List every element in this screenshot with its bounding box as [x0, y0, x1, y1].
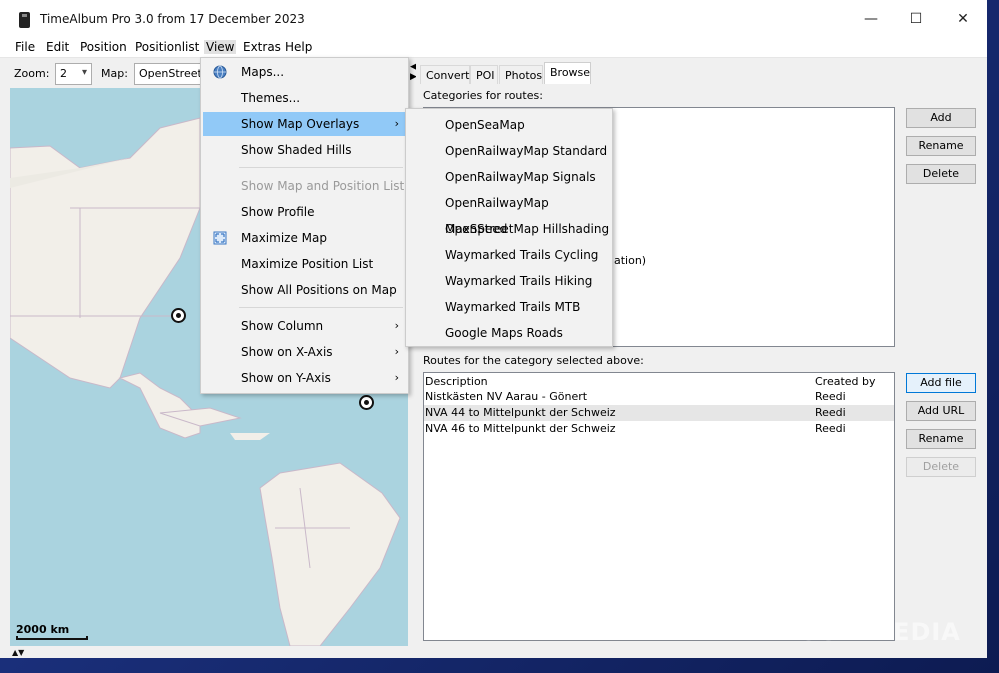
menu-bar: File Edit Position Positionlist View Ext…	[0, 38, 987, 58]
overlay-waymarked-cycling[interactable]: Waymarked Trails Cycling	[408, 242, 612, 268]
close-button[interactable]: ✕	[940, 0, 986, 38]
tab-photos[interactable]: Photos	[499, 65, 543, 84]
menu-item-themes[interactable]: Themes...	[203, 86, 407, 110]
globe-icon	[213, 65, 227, 79]
menu-position[interactable]: Position	[78, 40, 129, 54]
chevron-right-icon: ›	[394, 371, 399, 384]
menu-edit[interactable]: Edit	[44, 40, 71, 54]
table-row[interactable]: NVA 46 to Mittelpunkt der Schweiz Reedi	[424, 421, 894, 437]
menu-item-show-column[interactable]: Show Column ›	[203, 314, 407, 338]
add-url-button[interactable]: Add URL	[906, 401, 976, 421]
add-category-button[interactable]: Add	[906, 108, 976, 128]
menu-item-label: Maximize Position List	[241, 257, 374, 271]
position-marker[interactable]	[171, 308, 186, 323]
menu-help[interactable]: Help	[283, 40, 314, 54]
menu-file[interactable]: File	[13, 40, 37, 54]
menu-item-show-profile[interactable]: Show Profile	[203, 200, 407, 224]
menu-item-maximize-position-list[interactable]: Maximize Position List	[203, 252, 407, 276]
menu-item-label: Show Column	[241, 319, 324, 333]
zoom-label: Zoom:	[14, 67, 50, 80]
chevron-right-icon: ›	[394, 117, 399, 130]
menu-view[interactable]: View	[204, 40, 237, 54]
map-scale-label: 2000 km	[16, 623, 70, 636]
tab-browse[interactable]: Browse	[544, 62, 591, 84]
row-description: NVA 46 to Mittelpunkt der Schweiz	[425, 422, 616, 435]
column-created-by[interactable]: Created by	[815, 375, 876, 388]
menu-item-show-map-overlays[interactable]: Show Map Overlays ›	[203, 112, 407, 136]
window-title: TimeAlbum Pro 3.0 from 17 December 2023	[40, 12, 305, 26]
menu-item-show-on-x-axis[interactable]: Show on X-Axis ›	[203, 340, 407, 364]
menu-item-label: Maps...	[241, 65, 285, 79]
routes-label: Routes for the category selected above:	[423, 354, 644, 367]
menu-item-label: Show Profile	[241, 205, 315, 219]
menu-separator	[239, 167, 403, 168]
row-description: Nistkästen NV Aarau - Gönert	[425, 390, 588, 403]
menu-item-label: Maximize Map	[241, 231, 327, 245]
map-overlays-submenu: OpenSeaMap OpenRailwayMap Standard OpenR…	[405, 108, 613, 347]
menu-item-label: Show Shaded Hills	[241, 143, 352, 157]
menu-item-label: Show All Positions on Map	[241, 283, 397, 297]
menu-item-show-shaded-hills[interactable]: Show Shaded Hills	[203, 138, 407, 162]
menu-separator	[239, 307, 403, 308]
chevron-right-icon: ›	[394, 319, 399, 332]
table-row[interactable]: Nistkästen NV Aarau - Gönert Reedi	[424, 389, 894, 405]
overlay-openrailwaymap-signals[interactable]: OpenRailwayMap Signals	[408, 164, 612, 190]
view-menu-dropdown: Maps... Themes... Show Map Overlays › Sh…	[200, 57, 409, 394]
menu-item-label: Themes...	[241, 91, 301, 105]
app-icon	[19, 12, 30, 28]
categories-label: Categories for routes:	[423, 89, 543, 102]
add-file-button[interactable]: Add file	[906, 373, 976, 393]
table-header: Description Created by	[424, 373, 894, 389]
overlay-openstreetmap-hillshading[interactable]: OpenStreetMap Hillshading	[408, 216, 612, 242]
menu-item-show-all-positions[interactable]: Show All Positions on Map	[203, 278, 407, 302]
row-created-by: Reedi	[815, 422, 846, 435]
map-scale-bar	[16, 636, 88, 640]
splitter-toggle-icon[interactable]: ▲▼	[12, 648, 24, 657]
column-description[interactable]: Description	[425, 375, 488, 388]
menu-item-label: Show on Y-Axis	[241, 371, 331, 385]
maximize-button[interactable]: ☐	[893, 0, 939, 38]
menu-item-label: Show Map Overlays	[241, 117, 360, 131]
delete-category-button[interactable]: Delete	[906, 164, 976, 184]
menu-item-maximize-map[interactable]: Maximize Map	[203, 226, 407, 250]
zoom-value: 2	[60, 67, 67, 80]
map-label: Map:	[101, 67, 128, 80]
menu-extras[interactable]: Extras	[241, 40, 283, 54]
overlay-openrailwaymap-maxspeed[interactable]: OpenRailwayMap MaxSpeed	[408, 190, 612, 236]
overlay-openseamap[interactable]: OpenSeaMap	[408, 112, 612, 138]
table-row[interactable]: NVA 44 to Mittelpunkt der Schweiz Reedi	[424, 405, 894, 421]
tab-poi[interactable]: POI	[470, 65, 498, 84]
category-item-text[interactable]: ation)	[614, 254, 646, 267]
overlay-waymarked-hiking[interactable]: Waymarked Trails Hiking	[408, 268, 612, 294]
rename-route-button[interactable]: Rename	[906, 429, 976, 449]
chevron-down-icon: ▾	[81, 67, 87, 78]
zoom-select[interactable]: 2 ▾	[55, 63, 92, 85]
menu-item-label: Show on X-Axis	[241, 345, 333, 359]
maximize-icon	[213, 231, 227, 245]
menu-positionlist[interactable]: Positionlist	[133, 40, 201, 54]
menu-item-show-on-y-axis[interactable]: Show on Y-Axis ›	[203, 366, 407, 390]
position-marker[interactable]	[359, 395, 374, 410]
title-bar[interactable]: TimeAlbum Pro 3.0 from 17 December 2023 …	[0, 0, 987, 38]
softpedia-watermark: SOFTPEDIA	[800, 618, 961, 646]
overlay-openrailwaymap-standard[interactable]: OpenRailwayMap Standard	[408, 138, 612, 164]
tab-convert[interactable]: Convert	[420, 65, 470, 84]
routes-table[interactable]: Description Created by Nistkästen NV Aar…	[423, 372, 895, 641]
overlay-waymarked-mtb[interactable]: Waymarked Trails MTB	[408, 294, 612, 320]
menu-item-show-map-and-position-list: Show Map and Position List	[203, 174, 407, 198]
row-created-by: Reedi	[815, 390, 846, 403]
menu-item-maps[interactable]: Maps...	[203, 60, 407, 84]
delete-route-button[interactable]: Delete	[906, 457, 976, 477]
minimize-button[interactable]: —	[848, 0, 894, 38]
menu-item-label: Show Map and Position List	[241, 179, 405, 193]
rename-category-button[interactable]: Rename	[906, 136, 976, 156]
row-created-by: Reedi	[815, 406, 846, 419]
row-description: NVA 44 to Mittelpunkt der Schweiz	[425, 406, 616, 419]
chevron-right-icon: ›	[394, 345, 399, 358]
overlay-google-maps-roads[interactable]: Google Maps Roads	[408, 320, 612, 346]
